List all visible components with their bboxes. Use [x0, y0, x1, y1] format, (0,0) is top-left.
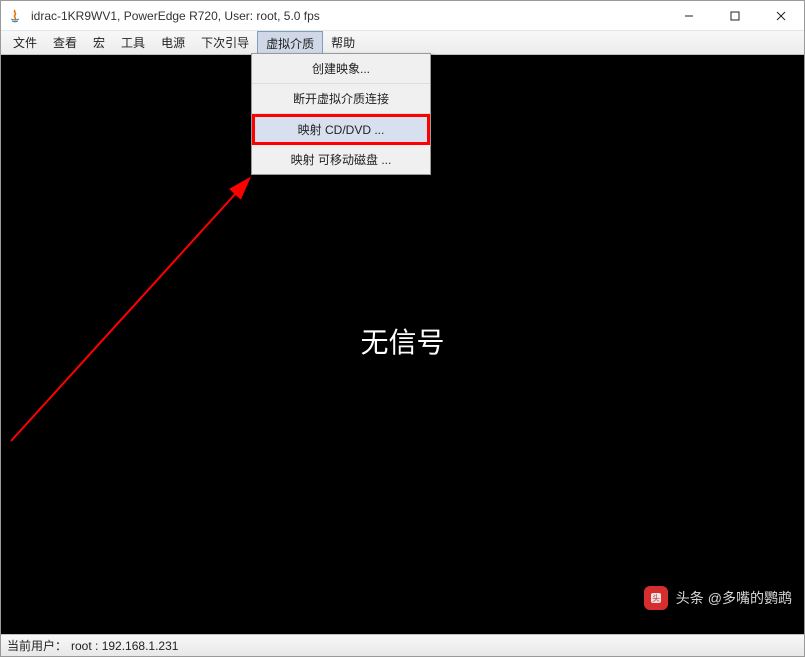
menu-file[interactable]: 文件 — [5, 31, 45, 54]
menu-power[interactable]: 电源 — [153, 31, 193, 54]
dropdown-map-cddvd[interactable]: 映射 CD/DVD ... — [252, 114, 430, 145]
minimize-button[interactable] — [666, 1, 712, 30]
status-user-value: root : 192.168.1.231 — [71, 639, 178, 653]
statusbar: 当前用户： root : 192.168.1.231 — [1, 634, 804, 656]
titlebar: idrac-1KR9WV1, PowerEdge R720, User: roo… — [1, 1, 804, 31]
java-icon — [7, 8, 23, 24]
annotation-arrow — [3, 111, 263, 451]
watermark: 头 头条 @多嘴的鹦鹉 — [644, 586, 792, 610]
maximize-button[interactable] — [712, 1, 758, 30]
dropdown-disconnect-media[interactable]: 断开虚拟介质连接 — [252, 84, 430, 114]
watermark-brand: 头条 — [676, 588, 704, 608]
menu-tools[interactable]: 工具 — [113, 31, 153, 54]
close-button[interactable] — [758, 1, 804, 30]
watermark-logo-icon: 头 — [644, 586, 668, 610]
dropdown-map-removable[interactable]: 映射 可移动磁盘 ... — [252, 145, 430, 174]
menu-help[interactable]: 帮助 — [323, 31, 363, 54]
menu-virtual-media[interactable]: 虚拟介质 — [257, 31, 323, 54]
menu-next-boot[interactable]: 下次引导 — [193, 31, 257, 54]
dropdown-create-image[interactable]: 创建映象... — [252, 54, 430, 84]
status-label: 当前用户： — [7, 637, 67, 654]
svg-text:头: 头 — [652, 593, 660, 603]
watermark-handle: @多嘴的鹦鹉 — [708, 588, 792, 608]
menubar: 文件 查看 宏 工具 电源 下次引导 虚拟介质 帮助 — [1, 31, 804, 55]
no-signal-message: 无信号 — [360, 321, 444, 361]
window-title: idrac-1KR9WV1, PowerEdge R720, User: roo… — [29, 9, 666, 23]
virtual-media-dropdown: 创建映象... 断开虚拟介质连接 映射 CD/DVD ... 映射 可移动磁盘 … — [251, 53, 431, 175]
menu-view[interactable]: 查看 — [45, 31, 85, 54]
window-controls — [666, 1, 804, 30]
menu-macro[interactable]: 宏 — [85, 31, 113, 54]
